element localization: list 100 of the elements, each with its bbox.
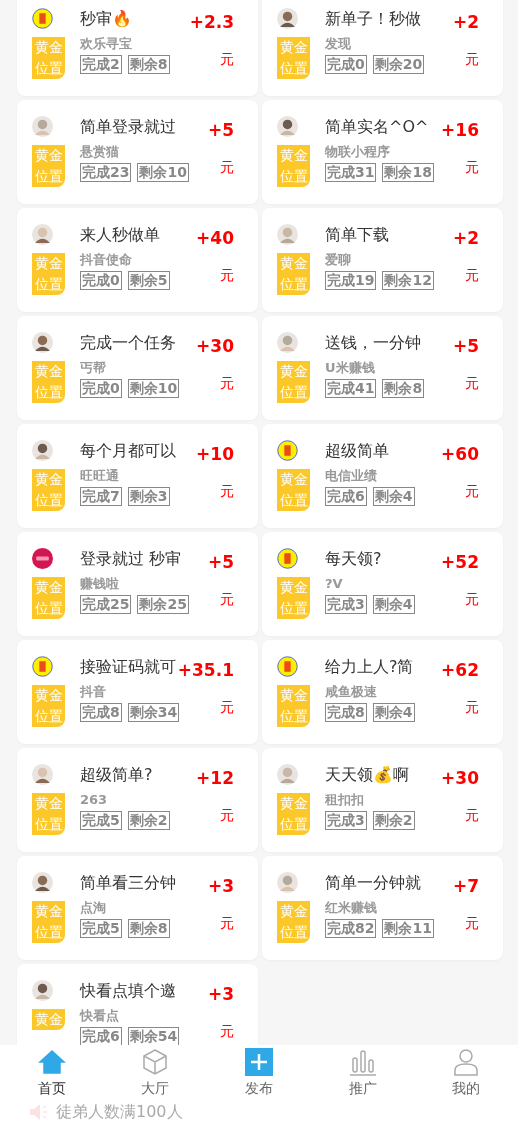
position-badge: 黄金位置	[32, 37, 65, 79]
tab-bar-item[interactable]: 推广	[310, 1045, 415, 1100]
reward-amount: +12	[196, 767, 234, 790]
task-card[interactable]: 黄金位置 超级简单 电信业绩 完成6 剩余4 +60 元	[262, 424, 503, 528]
position-badge: 黄金位置	[32, 793, 65, 835]
position-badge: 黄金	[32, 1009, 65, 1030]
reward-amount: +62	[441, 659, 479, 682]
position-badge: 黄金位置	[32, 577, 65, 619]
remaining-count-tag: 剩余12	[382, 271, 434, 290]
tab-bar-item[interactable]: 我的	[414, 1045, 518, 1100]
tab-bar-item[interactable]: 发布	[207, 1045, 311, 1100]
task-title: 登录就过 秒审	[80, 548, 183, 570]
completed-count-tag: 完成82	[325, 919, 377, 938]
task-title: 简单实名^O^	[325, 116, 430, 138]
currency-unit: 元	[220, 913, 234, 933]
task-card[interactable]: 黄金位置 简单实名^O^ 物联小程序 完成31 剩余18 +16 元	[262, 100, 503, 204]
currency-unit: 元	[220, 157, 234, 177]
bar-chart-icon	[348, 1048, 377, 1076]
currency-unit: 元	[220, 589, 234, 609]
remaining-count-tag: 剩余2	[372, 811, 415, 830]
remaining-count-tag: 剩余4	[372, 487, 415, 506]
app-name: 红米赚钱	[325, 900, 378, 916]
app-name: 发现	[325, 36, 352, 52]
task-title: 来人秒做单	[80, 224, 161, 246]
task-title: 秒审🔥	[80, 8, 133, 30]
completed-count-tag: 完成5	[80, 919, 122, 938]
app-name: 悬赏猫	[80, 144, 120, 160]
task-card[interactable]: 黄金位置 登录就过 秒审 赚钱啦 完成25 剩余25 +5 元	[17, 532, 258, 636]
task-title: 送钱，一分钟	[325, 332, 422, 354]
remaining-count-tag: 剩余8	[127, 55, 170, 74]
task-card[interactable]: 黄金位置 每个月都可以 旺旺通 完成7 剩余3 +10 元	[17, 424, 258, 528]
remaining-count-tag: 剩余18	[382, 163, 434, 182]
completed-count-tag: 完成31	[325, 163, 377, 182]
remaining-count-tag: 剩余25	[137, 595, 189, 614]
task-title: 给力上人?简	[325, 656, 415, 678]
task-card[interactable]: 黄金位置 送钱，一分钟 U米赚钱 完成41 剩余8 +5 元	[262, 316, 503, 420]
position-badge: 黄金位置	[277, 577, 310, 619]
task-card[interactable]: 黄金位置 接验证码就可 抖音 完成8 剩余34 +35.1 元	[17, 640, 258, 744]
cube-icon	[141, 1048, 170, 1076]
completed-count-tag: 完成6	[325, 487, 367, 506]
reward-amount: +5	[207, 119, 234, 142]
completed-count-tag: 完成8	[80, 703, 122, 722]
task-card[interactable]: 黄金位置 完成一个任务 丐帮 完成0 剩余10 +30 元	[17, 316, 258, 420]
completed-count-tag: 完成7	[80, 487, 122, 506]
task-title: 超级简单?	[80, 764, 154, 786]
task-card[interactable]: 黄金位置 来人秒做单 抖音使命 完成0 剩余5 +40 元	[17, 208, 258, 312]
task-card[interactable]: 黄金位置 新单子！秒做 发现 完成0 剩余20 +2 元	[262, 0, 503, 96]
task-title: 每个月都可以	[80, 440, 177, 462]
task-card[interactable]: 黄金位置 简单下载 爱聊 完成19 剩余12 +2 元	[262, 208, 503, 312]
task-card[interactable]: 黄金位置 简单登录就过 悬赏猫 完成23 剩余10 +5 元	[17, 100, 258, 204]
task-card[interactable]: 黄金位置 简单看三分钟 点淘 完成5 剩余8 +3 元	[17, 856, 258, 960]
position-badge: 黄金位置	[32, 901, 65, 943]
reward-amount: +5	[207, 551, 234, 574]
completed-count-tag: 完成0	[80, 271, 122, 290]
app-name: 快看点	[80, 1008, 120, 1024]
task-title: 简单登录就过	[80, 116, 177, 138]
completed-count-tag: 完成41	[325, 379, 377, 398]
position-badge: 黄金位置	[277, 361, 310, 403]
remaining-count-tag: 剩余11	[382, 919, 434, 938]
completed-count-tag: 完成2	[80, 55, 122, 74]
task-card[interactable]: 黄金位置 天天领💰啊 租扣扣 完成3 剩余2 +30 元	[262, 748, 503, 852]
remaining-count-tag: 剩余34	[127, 703, 180, 722]
task-card[interactable]: 黄金位置 每天领? ?V 完成3 剩余4 +52 元	[262, 532, 503, 636]
currency-unit: 元	[465, 157, 479, 177]
app-name: ?V	[325, 576, 344, 592]
completed-count-tag: 完成5	[80, 811, 122, 830]
currency-unit: 元	[465, 373, 479, 393]
position-badge: 黄金位置	[277, 469, 310, 511]
app-name: 旺旺通	[80, 468, 120, 484]
app-name: 丐帮	[80, 360, 107, 376]
completed-count-tag: 完成19	[325, 271, 377, 290]
reward-amount: +30	[441, 767, 479, 790]
task-card[interactable]: 黄金位置 秒审🔥 欢乐寻宝 完成2 剩余8 +2.3 元	[17, 0, 258, 96]
task-title: 接验证码就可	[80, 656, 177, 678]
reward-amount: +52	[441, 551, 479, 574]
task-card[interactable]: 黄金位置 超级简单? 263 完成5 剩余2 +12 元	[17, 748, 258, 852]
remaining-count-tag: 剩余8	[127, 919, 170, 938]
task-card[interactable]: 黄金位置 简单一分钟就 红米赚钱 完成82 剩余11 +7 元	[262, 856, 503, 960]
app-name: 电信业绩	[325, 468, 378, 484]
task-card[interactable]: 黄金 快看点填个邀 快看点 完成6 剩余54 +3 元	[17, 964, 258, 1045]
remaining-count-tag: 剩余4	[372, 595, 415, 614]
reward-amount: +2.3	[189, 11, 234, 34]
remaining-count-tag: 剩余4	[372, 703, 415, 722]
task-card[interactable]: 黄金位置 给力上人?简 咸鱼极速 完成8 剩余4 +62 元	[262, 640, 503, 744]
position-badge: 黄金位置	[277, 253, 310, 295]
remaining-count-tag: 剩余5	[127, 271, 170, 290]
completed-count-tag: 完成8	[325, 703, 367, 722]
currency-unit: 元	[465, 265, 479, 285]
reward-amount: +30	[196, 335, 234, 358]
person-icon	[452, 1048, 481, 1076]
position-badge: 黄金位置	[32, 253, 65, 295]
remaining-count-tag: 剩余10	[127, 379, 180, 398]
reward-amount: +2	[452, 227, 479, 250]
tab-bar-item[interactable]: 大厅	[103, 1045, 208, 1100]
reward-amount: +40	[196, 227, 234, 250]
task-title: 简单看三分钟	[80, 872, 177, 894]
speaker-icon	[28, 1102, 48, 1121]
reward-amount: +3	[207, 983, 234, 1006]
reward-amount: +3	[207, 875, 234, 898]
tab-bar-item[interactable]: 首页	[0, 1045, 104, 1100]
